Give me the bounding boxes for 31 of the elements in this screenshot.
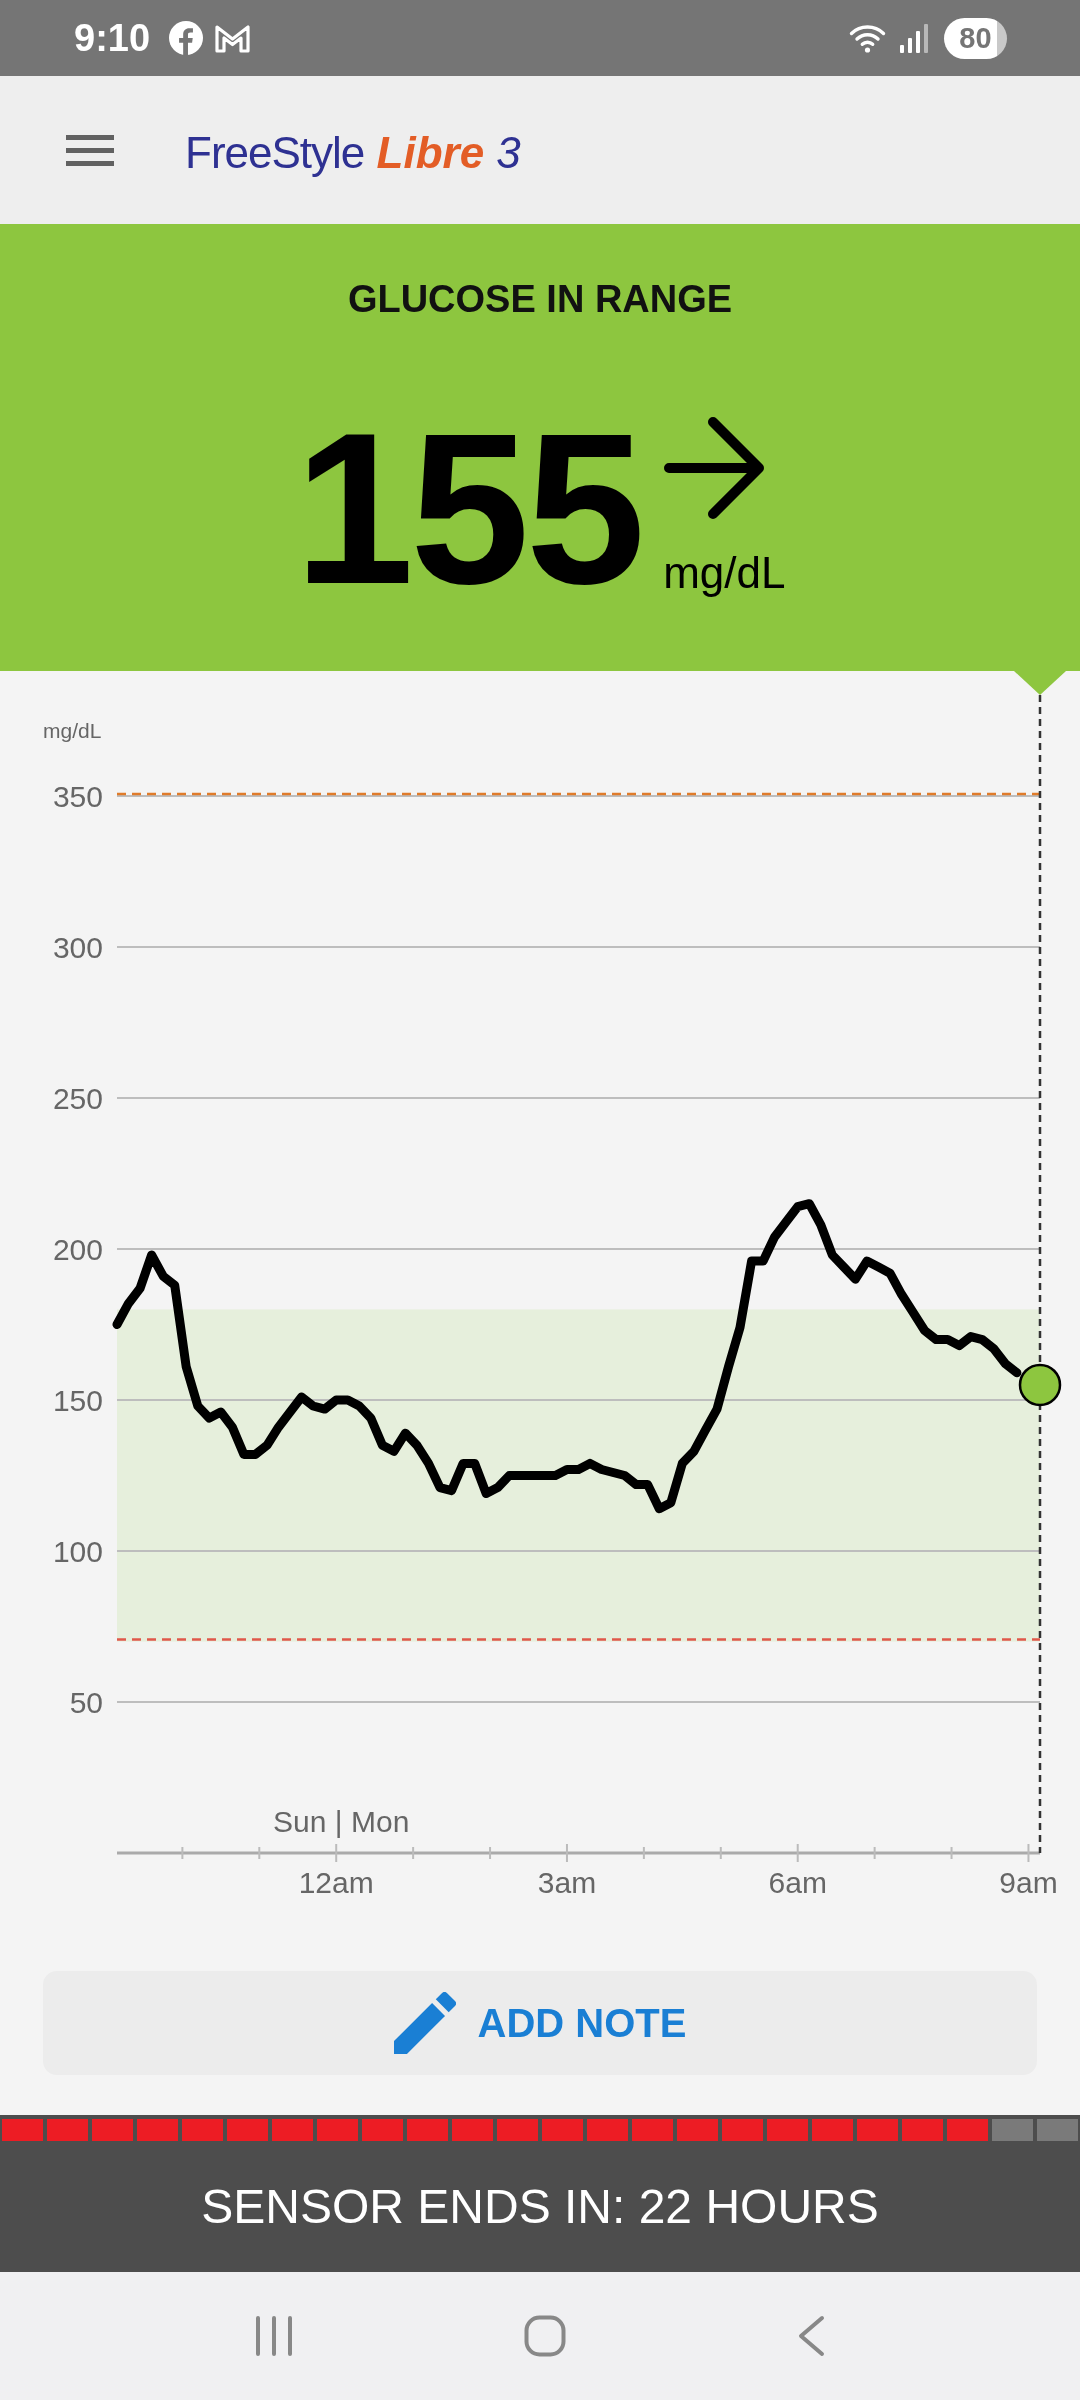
reading-dot-icon [1018,1363,1062,1407]
recent-apps-icon[interactable] [255,2316,294,2356]
back-icon[interactable] [796,2315,825,2357]
y-tick-label: 350 [52,780,103,813]
glucose-status-title: GLUCOSE IN RANGE [347,280,733,318]
status-time: 9:10 [74,19,151,57]
x-tick-label: 12am [298,1866,374,1899]
y-tick-label: 150 [52,1384,103,1417]
letter-f-icon [169,21,204,55]
glucose-unit: mg/dL [663,551,786,595]
letter-m-icon [214,23,252,53]
pencil-icon [393,1992,456,2054]
x-tick-label: 3am [537,1866,597,1899]
y-tick-label: 300 [52,931,103,964]
y-tick-label: 250 [52,1082,103,1115]
add-note-button[interactable]: ADD NOTE [43,1971,1037,2075]
day-divider-label: Sun | Mon [273,1805,410,1838]
y-tick-label: 200 [52,1233,103,1266]
battery-level: 80 [944,17,1007,59]
app-logo: FreeStyle Libre 3 [185,131,521,175]
home-icon[interactable] [524,2315,566,2357]
y-tick-label: 50 [69,1686,103,1719]
menu-icon[interactable] [66,134,114,166]
wifi-icon [849,23,886,53]
x-tick-label: 9am [999,1866,1058,1899]
glucose-value: 155 [294,401,642,616]
axis-title: mg/dL [43,719,102,742]
signal-icon [900,23,930,53]
x-tick-label: 6am [768,1866,827,1899]
y-tick-label: 100 [52,1535,103,1568]
sensor-end-message: SENSOR ENDS IN: 22 HOURS [201,2182,879,2231]
